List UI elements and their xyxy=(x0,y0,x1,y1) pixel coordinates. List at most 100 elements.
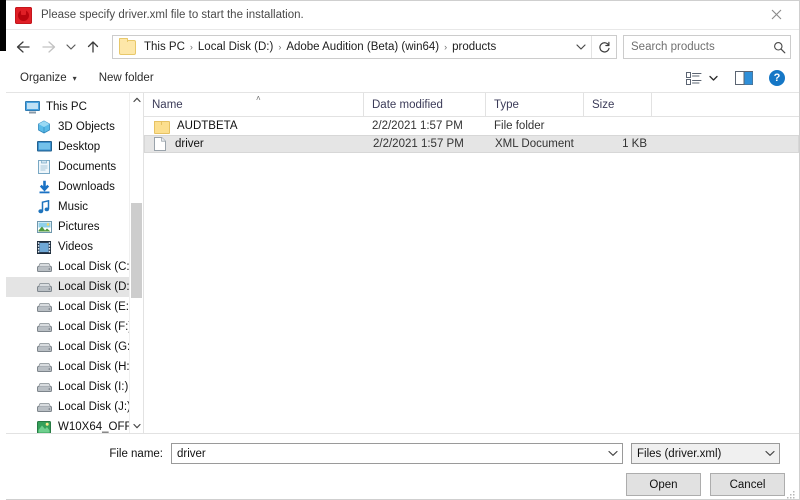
folder-tree: This PC 3D Objects Desktop Documents Downloa… xyxy=(6,93,129,433)
new-folder-button[interactable]: New folder xyxy=(99,72,154,84)
sidebar-item-local-disk-c[interactable]: Local Disk (C:) xyxy=(6,257,129,277)
column-header-size-label: Size xyxy=(592,98,615,111)
breadcrumb-item-2[interactable]: Adobe Audition (Beta) (win64) xyxy=(282,41,443,53)
sidebar-item-downloads[interactable]: Downloads xyxy=(6,177,129,197)
column-header-type-label: Type xyxy=(494,98,519,111)
dialog-buttons: Open Cancel xyxy=(6,473,785,496)
sort-ascending-icon: ˄ xyxy=(256,94,261,103)
sidebar-scrollbar[interactable] xyxy=(129,93,143,433)
organize-button[interactable]: Organize ▾ xyxy=(20,72,77,84)
sidebar-item-w10x64-off19[interactable]: W10X64_OFF19_ xyxy=(6,417,129,433)
drive-icon xyxy=(36,259,52,275)
sidebar-item-local-disk-f[interactable]: Local Disk (F:) xyxy=(6,317,129,337)
address-bar[interactable]: This PC › Local Disk (D:) › Adobe Auditi… xyxy=(112,35,617,59)
sidebar-item-music[interactable]: Music xyxy=(6,197,129,217)
breadcrumb-item-1[interactable]: Local Disk (D:) xyxy=(194,41,277,53)
sidebar-item-this-pc[interactable]: This PC xyxy=(6,97,129,117)
file-date-cell: 2/2/2021 1:57 PM xyxy=(373,138,464,150)
desktop-icon xyxy=(36,139,52,155)
forward-arrow-icon xyxy=(36,34,62,60)
file-type-filter-dropdown[interactable]: Files (driver.xml) xyxy=(631,443,780,464)
this-pc-icon xyxy=(24,99,40,115)
breadcrumb-item-3[interactable]: products xyxy=(448,41,500,53)
file-name-label: driver xyxy=(175,138,204,150)
filename-value[interactable]: driver xyxy=(172,448,604,460)
file-size-cell: 1 KB xyxy=(622,138,647,150)
scroll-up-icon[interactable] xyxy=(130,93,143,107)
videos-icon xyxy=(36,239,52,255)
column-header-date-modified[interactable]: Date modified xyxy=(364,93,486,116)
drive-icon xyxy=(36,379,52,395)
sidebar-item-local-disk-d[interactable]: Local Disk (D:) xyxy=(6,277,129,297)
up-arrow-icon[interactable] xyxy=(80,34,106,60)
recent-locations-chevron-down-icon[interactable] xyxy=(62,34,80,60)
open-button[interactable]: Open xyxy=(626,473,701,496)
drive-icon xyxy=(36,339,52,355)
filename-label: File name: xyxy=(109,447,163,460)
sidebar-item-local-disk-j[interactable]: Local Disk (J:) xyxy=(6,397,129,417)
sidebar-item-label: Desktop xyxy=(58,141,101,153)
filename-chevron-down-icon[interactable] xyxy=(604,444,622,463)
address-chevron-down-icon[interactable] xyxy=(571,36,591,58)
resize-grip-icon[interactable] xyxy=(786,487,796,499)
filter-chevron-down-icon[interactable] xyxy=(761,444,779,463)
drive-icon xyxy=(36,399,52,415)
sidebar-item-local-disk-g[interactable]: Local Disk (G:) xyxy=(6,337,129,357)
3d-objects-icon xyxy=(36,119,52,135)
close-button[interactable] xyxy=(754,1,799,28)
sidebar-item-desktop[interactable]: Desktop xyxy=(6,137,129,157)
command-bar: Organize ▾ New folder ? xyxy=(6,64,799,93)
sidebar-item-pictures[interactable]: Pictures xyxy=(6,217,129,237)
sidebar-item-3d-objects[interactable]: 3D Objects xyxy=(6,117,129,137)
view-layout-icon[interactable] xyxy=(683,68,705,88)
adobe-red-icon xyxy=(15,6,32,24)
sidebar-item-label: Pictures xyxy=(58,221,100,233)
file-rows: AUDTBETA 2/2/2021 1:57 PM File folder drive… xyxy=(144,117,799,433)
sidebar-item-label: Local Disk (D:) xyxy=(58,281,129,293)
scroll-down-icon[interactable] xyxy=(130,419,143,433)
column-header-name[interactable]: Name ˄ xyxy=(144,93,364,116)
downloads-icon xyxy=(36,179,52,195)
column-header-type[interactable]: Type xyxy=(486,93,584,116)
sidebar-item-label: W10X64_OFF19_ xyxy=(58,421,129,433)
column-header-size[interactable]: Size xyxy=(584,93,652,116)
preview-pane-icon[interactable] xyxy=(733,69,755,87)
help-icon[interactable]: ? xyxy=(769,70,785,86)
sidebar-item-label: Downloads xyxy=(58,181,115,193)
sidebar-item-label: Local Disk (G:) xyxy=(58,341,129,353)
view-options-group: ? xyxy=(683,68,791,88)
optical-drive-icon xyxy=(36,419,52,433)
cancel-button[interactable]: Cancel xyxy=(710,473,785,496)
sidebar-item-label: Local Disk (H:) xyxy=(58,361,129,373)
sidebar-item-local-disk-e[interactable]: Local Disk (E:) xyxy=(6,297,129,317)
sidebar-item-label: Local Disk (I:) xyxy=(58,381,129,393)
table-row[interactable]: driver 2/2/2021 1:57 PM XML Document 1 KB xyxy=(144,135,799,153)
column-header-name-label: Name xyxy=(152,98,183,111)
pictures-icon xyxy=(36,219,52,235)
drive-icon xyxy=(36,359,52,375)
sidebar-item-local-disk-h[interactable]: Local Disk (H:) xyxy=(6,357,129,377)
title-bar: Please specify driver.xml file to start … xyxy=(6,1,799,30)
sidebar-item-label: Local Disk (E:) xyxy=(58,301,129,313)
sidebar-item-documents[interactable]: Documents xyxy=(6,157,129,177)
breadcrumb-item-0[interactable]: This PC xyxy=(140,41,189,53)
search-input[interactable]: Search products xyxy=(624,41,768,53)
dialog-window: Please specify driver.xml file to start … xyxy=(6,0,800,500)
sidebar-item-videos[interactable]: Videos xyxy=(6,237,129,257)
dialog-body: This PC 3D Objects Desktop Documents Downloa… xyxy=(6,93,799,433)
view-chevron-down-icon[interactable] xyxy=(705,68,721,88)
sidebar-scrollbar-thumb[interactable] xyxy=(131,203,142,298)
file-name-cell: driver xyxy=(145,137,365,151)
navigation-sidebar: This PC 3D Objects Desktop Documents Downloa… xyxy=(6,93,143,433)
back-arrow-icon[interactable] xyxy=(10,34,36,60)
filename-input[interactable]: driver xyxy=(171,443,623,464)
refresh-icon[interactable] xyxy=(592,36,616,58)
navigation-bar: This PC › Local Disk (D:) › Adobe Auditi… xyxy=(6,30,799,64)
search-box[interactable]: Search products xyxy=(623,35,791,59)
sidebar-item-local-disk-i[interactable]: Local Disk (I:) xyxy=(6,377,129,397)
filename-row: File name: driver Files (driver.xml) xyxy=(6,443,785,464)
file-list: Name ˄ Date modified Type Size AUDTBETA 2… xyxy=(143,93,799,433)
chevron-down-icon: ▾ xyxy=(72,73,77,83)
table-row[interactable]: AUDTBETA 2/2/2021 1:57 PM File folder xyxy=(144,117,799,135)
sidebar-item-label: 3D Objects xyxy=(58,121,115,133)
